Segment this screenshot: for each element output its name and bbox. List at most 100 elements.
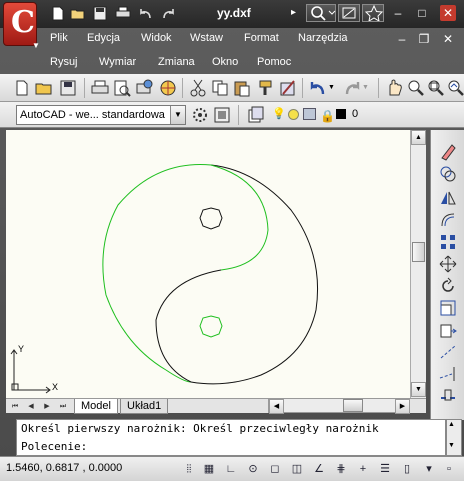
menu-rysuj[interactable]: Rysuj [50,56,78,68]
light-bulb-icon[interactable]: 💡 [272,105,286,123]
command-line[interactable]: Określ pierwszy narożnik: Określ przeciw… [16,419,446,456]
menu-widok[interactable]: Widok [141,32,172,44]
block-editor-icon[interactable] [278,78,298,98]
prev-tab-icon[interactable]: ◀ [24,400,38,413]
maximize-window-button[interactable]: □ [414,5,430,21]
horizontal-scrollbar[interactable]: ◀ ▶ [268,398,410,414]
move-icon[interactable] [438,254,458,274]
extend-icon[interactable] [438,364,458,384]
communication-center-button[interactable] [338,4,360,22]
scroll-up-icon[interactable]: ▲ [411,130,426,145]
offset-icon[interactable] [438,210,458,230]
last-tab-icon[interactable]: ⏭ [56,400,70,413]
trim-icon[interactable] [438,342,458,362]
save-icon[interactable] [92,6,108,21]
polar-tracking-icon[interactable]: ⊙ [244,460,262,478]
text-style-manager-icon[interactable] [190,105,210,125]
break-icon[interactable] [438,386,458,406]
3d-object-snap-icon[interactable]: ◫ [288,460,306,478]
grid-display-icon[interactable]: ▦ [200,460,218,478]
snap-mode-icon[interactable]: ⦙⦙ [180,460,198,478]
text-style-select[interactable]: AutoCAD - we... standardowa ▼ [16,105,186,125]
plot-preview-icon[interactable] [112,78,132,98]
menu-wstaw[interactable]: Wstaw [190,32,223,44]
vertical-scroll-thumb[interactable] [412,242,425,262]
doc-minimize-button[interactable]: – [394,31,410,47]
application-menu-button[interactable]: C ▼ [3,2,40,50]
viewport-freeze-icon[interactable] [303,108,316,120]
tab-layout1[interactable]: Układ1 [120,399,169,414]
dimension-style-icon[interactable] [212,105,232,125]
menu-edycja[interactable]: Edycja [87,32,120,44]
erase-icon[interactable] [438,142,458,162]
menu-format[interactable]: Format [244,32,279,44]
3d-dwf-icon[interactable] [158,78,178,98]
new-drawing-icon[interactable] [12,78,32,98]
menu-pomoc[interactable]: Pomoc [257,56,291,68]
scale-icon[interactable] [438,298,458,318]
paste-icon[interactable] [232,78,252,98]
match-properties-icon[interactable] [256,78,276,98]
minimize-window-button[interactable]: – [390,5,406,21]
doc-restore-button[interactable]: ❐ [416,31,432,47]
scroll-right-icon[interactable]: ▶ [395,399,410,414]
copy-object-icon[interactable] [438,164,458,184]
array-icon[interactable] [438,232,458,252]
zoom-realtime-icon[interactable] [406,78,426,98]
redo-icon[interactable] [160,6,176,21]
pan-realtime-icon[interactable] [384,78,404,98]
dynamic-input-icon[interactable]: + [354,460,372,478]
layer-properties-icon[interactable] [246,105,266,125]
print-icon[interactable] [115,6,131,21]
menu-narzedzia[interactable]: Narzędzia [298,32,348,44]
text-style-dropdown-icon[interactable]: ▼ [170,106,185,124]
zoom-previous-icon[interactable] [446,78,464,98]
new-file-icon[interactable] [50,6,66,21]
copy-icon[interactable] [210,78,230,98]
menu-zmiana[interactable]: Zmiana [158,56,195,68]
next-tab-icon[interactable]: ▶ [40,400,54,413]
scroll-left-icon[interactable]: ◀ [269,399,284,414]
plot-icon[interactable] [90,78,110,98]
zoom-window-icon[interactable] [426,78,446,98]
tab-model[interactable]: Model [74,399,118,414]
redo-dropdown-icon[interactable]: ▼ [362,78,372,98]
search-button[interactable] [306,4,336,22]
object-snap-icon[interactable]: ◻ [266,460,284,478]
undo-toolbar-icon[interactable] [308,78,328,98]
lineweight-icon[interactable]: ☰ [376,460,394,478]
command-scroll-up-icon[interactable]: ▲ [448,421,455,428]
drawing-area[interactable]: Y X [6,130,410,398]
rotate-icon[interactable] [438,276,458,296]
vertical-scrollbar[interactable]: ▲ ▼ [410,130,426,398]
sun-freeze-icon[interactable] [288,109,299,120]
redo-toolbar-icon[interactable] [342,78,362,98]
close-window-button[interactable]: ✕ [440,5,456,21]
undo-dropdown-icon[interactable]: ▼ [328,78,338,98]
menu-wymiar[interactable]: Wymiar [99,56,136,68]
layer-select[interactable]: 💡 🔒 0 [270,105,460,125]
ortho-mode-icon[interactable]: ∟ [222,460,240,478]
clean-screen-icon[interactable]: ▫ [440,460,458,478]
stretch-icon[interactable] [438,320,458,340]
dynamic-ucs-icon[interactable]: ⋕ [332,460,350,478]
quick-properties-icon[interactable]: ▯ [398,460,416,478]
quick-access-dropdown-icon[interactable]: ▸ [291,7,301,22]
status-menu-icon[interactable]: ▾ [420,460,438,478]
command-scrollbar[interactable]: ▲ ▼ [446,419,462,456]
cut-icon[interactable] [188,78,208,98]
object-snap-tracking-icon[interactable]: ∠ [310,460,328,478]
scroll-down-icon[interactable]: ▼ [411,382,426,397]
open-drawing-icon[interactable] [34,78,54,98]
command-scroll-down-icon[interactable]: ▼ [448,442,455,449]
first-tab-icon[interactable]: ⏮ [8,400,22,413]
doc-close-button[interactable]: ✕ [440,31,456,47]
menu-plik[interactable]: Plik [50,32,68,44]
lock-icon[interactable]: 🔒 [320,107,335,125]
undo-icon[interactable] [138,6,154,21]
menu-okno[interactable]: Okno [212,56,238,68]
publish-icon[interactable] [134,78,154,98]
horizontal-scroll-thumb[interactable] [343,399,363,412]
mirror-icon[interactable] [438,188,458,208]
open-file-icon[interactable] [70,6,86,21]
